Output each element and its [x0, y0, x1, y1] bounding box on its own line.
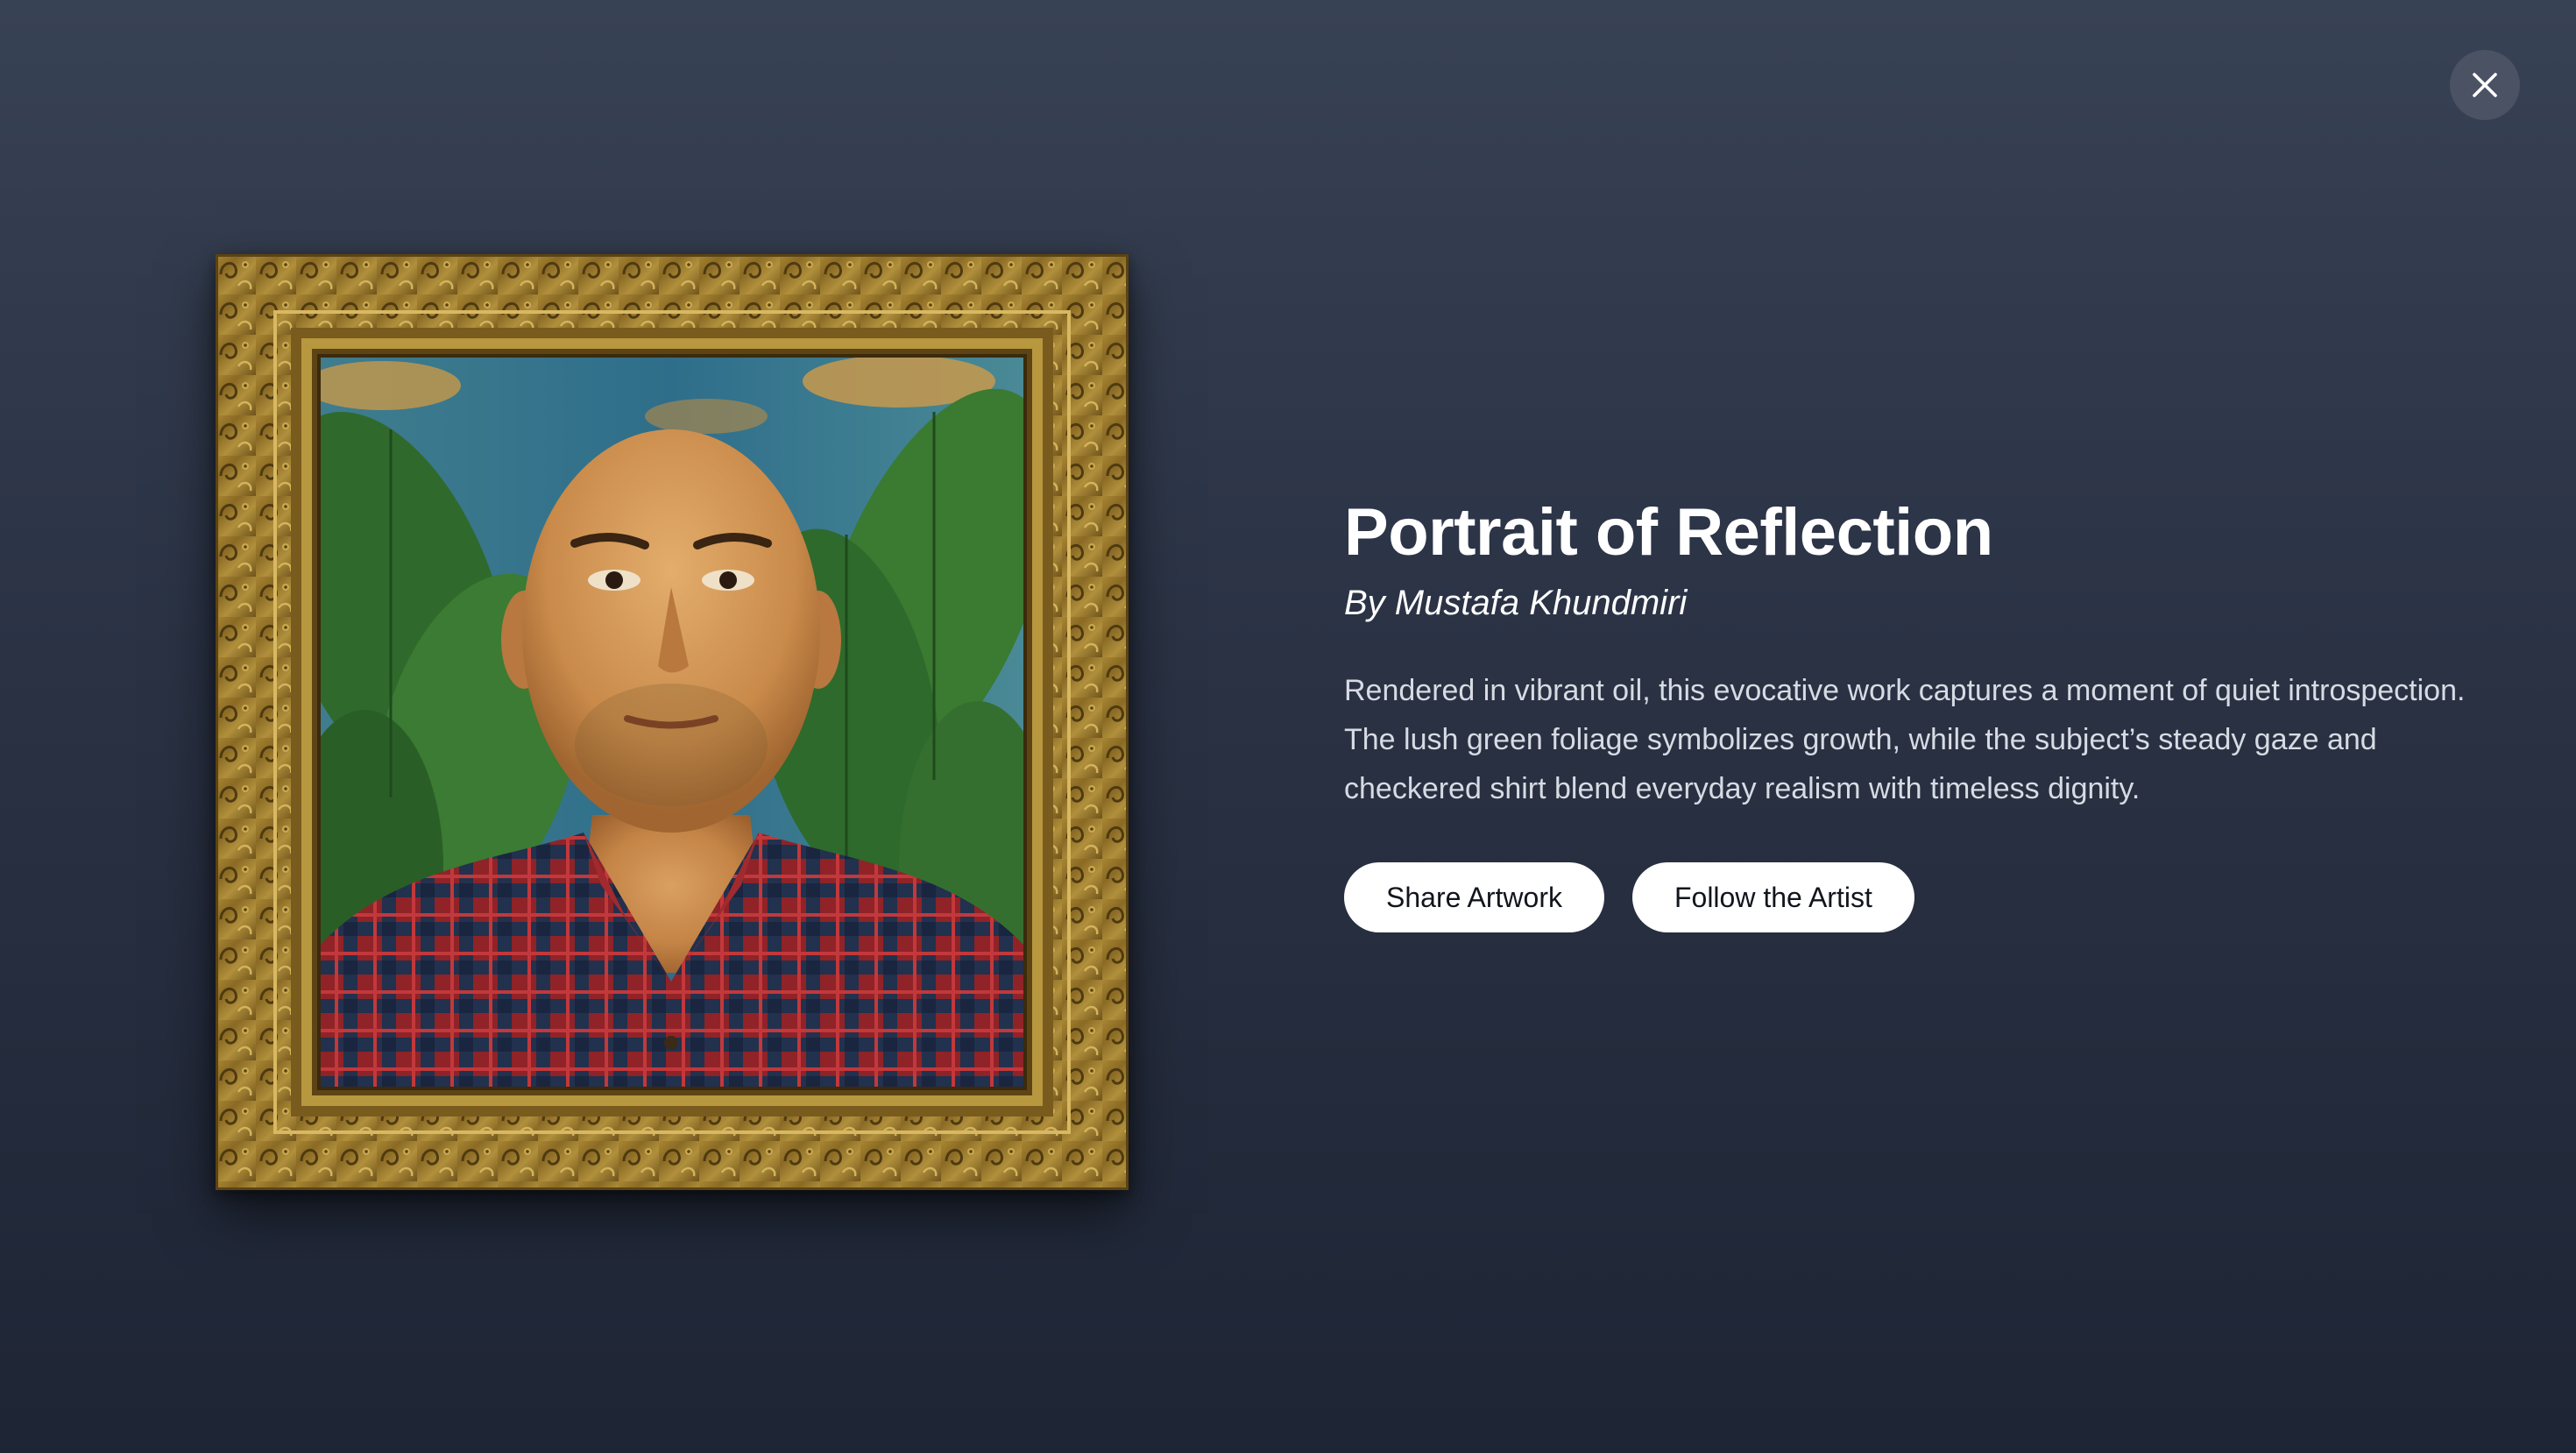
artwork-description: Rendered in vibrant oil, this evocative … — [1344, 674, 2466, 805]
close-icon — [2471, 71, 2499, 99]
artwork-title: Portrait of Reflection — [1344, 495, 1993, 570]
artist-name: By Mustafa Khundmiri — [1344, 584, 1688, 622]
share-artwork-button[interactable]: Share Artwork — [1344, 862, 1604, 932]
close-button[interactable] — [2450, 50, 2520, 120]
artwork-info-panel: Portrait of Reflection By Mustafa Khundm… — [1344, 491, 2492, 932]
action-buttons: Share Artwork Follow the Artist — [1344, 862, 2492, 932]
follow-artist-button[interactable]: Follow the Artist — [1631, 862, 1914, 932]
artwork-image — [216, 254, 1129, 1190]
